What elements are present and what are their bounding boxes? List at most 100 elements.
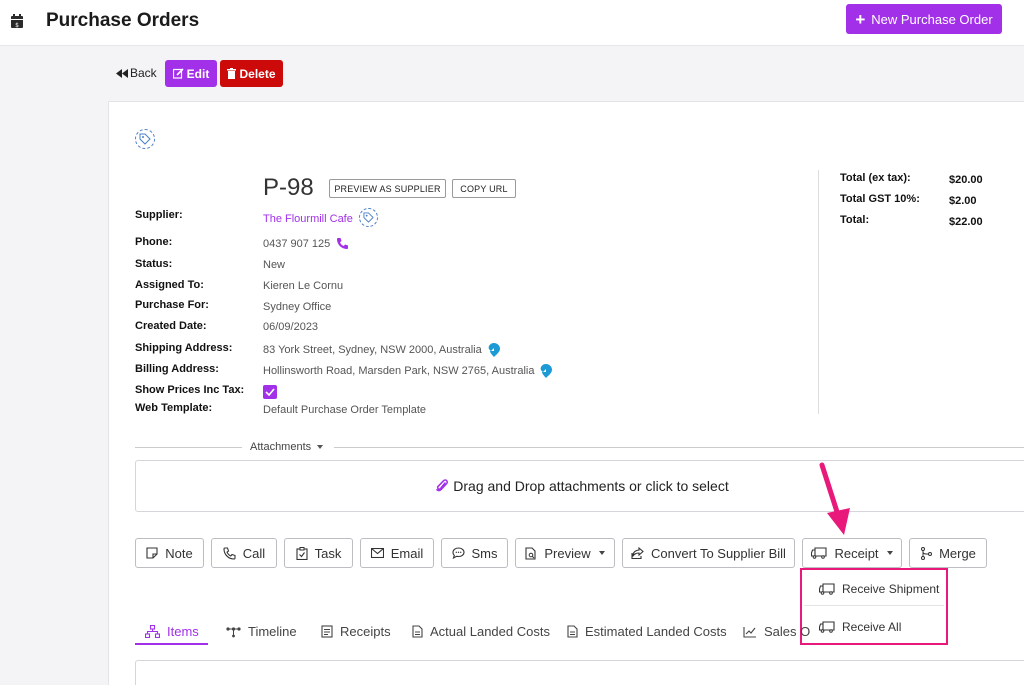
edit-icon bbox=[172, 68, 184, 79]
truck-icon bbox=[811, 547, 828, 559]
page-title: Purchase Orders bbox=[46, 10, 200, 31]
attachment-dropzone[interactable]: Drag and Drop attachments or click to se… bbox=[135, 460, 1024, 512]
task-button[interactable]: Task bbox=[284, 538, 353, 568]
billing-address-value: Hollinsworth Road, Marsden Park, NSW 276… bbox=[263, 364, 553, 378]
created-date-value: 06/09/2023 bbox=[263, 321, 319, 333]
tab-receipts[interactable]: Receipts bbox=[321, 624, 391, 639]
note-button[interactable]: Note bbox=[135, 538, 204, 568]
phone-number: 0437 907 125 bbox=[263, 237, 331, 250]
email-label: Email bbox=[390, 545, 424, 561]
active-tab-underline bbox=[135, 643, 208, 645]
checkmark-icon bbox=[265, 388, 275, 396]
new-purchase-order-label: New Purchase Order bbox=[871, 11, 993, 27]
task-label: Task bbox=[314, 545, 342, 561]
receive-all-label: Receive All bbox=[842, 620, 902, 634]
delete-button[interactable]: Delete bbox=[220, 60, 283, 87]
shipping-address-text: 83 York Street, Sydney, NSW 2000, Austra… bbox=[263, 344, 482, 356]
tab-timeline-label: Timeline bbox=[248, 624, 297, 639]
document-search-icon bbox=[525, 546, 536, 560]
supplier-tag-icon[interactable] bbox=[358, 208, 378, 227]
map-pin-icon[interactable] bbox=[488, 343, 500, 357]
edit-button[interactable]: Edit bbox=[165, 60, 217, 87]
attachments-toggle[interactable]: Attachments bbox=[250, 441, 324, 453]
svg-text:$: $ bbox=[15, 22, 19, 29]
sms-button[interactable]: Sms bbox=[441, 538, 508, 568]
trash-icon bbox=[227, 68, 237, 79]
clipboard-check-icon bbox=[296, 546, 308, 560]
receipt-dropdown-menu: Receive Shipment Receive All bbox=[800, 568, 948, 645]
caret-down-icon bbox=[598, 551, 605, 555]
back-double-arrow-icon bbox=[116, 68, 128, 78]
tab-actual-landed-costs-label: Actual Landed Costs bbox=[430, 624, 550, 639]
tab-sales-orders[interactable]: Sales O bbox=[743, 624, 810, 639]
caret-down-icon bbox=[886, 551, 893, 555]
dropzone-text: Drag and Drop attachments or click to se… bbox=[453, 478, 729, 494]
shipping-address-value: 83 York Street, Sydney, NSW 2000, Austra… bbox=[263, 343, 500, 357]
receipt-label: Receipt bbox=[834, 545, 879, 561]
line-chart-icon bbox=[743, 626, 756, 638]
status-label: Status: bbox=[135, 258, 173, 270]
email-button[interactable]: Email bbox=[360, 538, 434, 568]
truck-icon bbox=[819, 621, 835, 633]
supplier-link[interactable]: The Flourmill Cafe bbox=[263, 213, 353, 225]
created-date-label: Created Date: bbox=[135, 320, 207, 332]
purchase-order-icon: $ bbox=[11, 14, 23, 29]
preview-button[interactable]: Preview bbox=[515, 538, 615, 568]
billing-address-text: Hollinsworth Road, Marsden Park, NSW 276… bbox=[263, 365, 535, 377]
truck-icon bbox=[819, 582, 835, 595]
total-gst-value: $2.00 bbox=[949, 195, 977, 207]
envelope-icon bbox=[370, 548, 384, 558]
convert-to-supplier-bill-button[interactable]: Convert To Supplier Bill bbox=[622, 538, 795, 568]
attachments-divider-right bbox=[334, 447, 1024, 448]
share-icon bbox=[631, 547, 644, 559]
phone-icon[interactable] bbox=[336, 237, 349, 250]
merge-icon bbox=[921, 546, 933, 560]
shipping-address-label: Shipping Address: bbox=[135, 342, 233, 354]
paperclip-icon bbox=[436, 479, 449, 492]
web-template-label: Web Template: bbox=[135, 402, 213, 414]
web-template-value: Default Purchase Order Template bbox=[263, 404, 427, 416]
tab-receipts-label: Receipts bbox=[340, 624, 391, 639]
totals-divider bbox=[818, 170, 819, 414]
phone-value: 0437 907 125 bbox=[263, 237, 349, 250]
merge-button[interactable]: Merge bbox=[909, 538, 987, 568]
supplier-value[interactable]: The Flourmill Cafe bbox=[263, 208, 378, 227]
caret-down-icon bbox=[317, 445, 324, 449]
receive-shipment-item[interactable]: Receive Shipment bbox=[804, 572, 944, 606]
delete-label: Delete bbox=[239, 66, 276, 81]
receipt-button[interactable]: Receipt bbox=[802, 538, 902, 568]
total-value: $22.00 bbox=[949, 216, 983, 228]
total-ex-tax-value: $20.00 bbox=[949, 174, 983, 186]
supplier-label: Supplier: bbox=[135, 209, 183, 221]
total-gst-label: Total GST 10%: bbox=[840, 193, 920, 205]
note-label: Note bbox=[165, 545, 193, 561]
phone-icon bbox=[223, 546, 236, 560]
show-prices-inc-tax-checkbox[interactable] bbox=[263, 385, 277, 399]
preview-as-supplier-button[interactable]: PREVIEW AS SUPPLIER bbox=[329, 179, 446, 198]
purchase-for-label: Purchase For: bbox=[135, 299, 209, 311]
tab-actual-landed-costs[interactable]: Actual Landed Costs bbox=[412, 624, 550, 639]
invoice-icon bbox=[567, 625, 578, 638]
new-purchase-order-button[interactable]: + New Purchase Order bbox=[846, 4, 1002, 34]
map-pin-icon[interactable] bbox=[540, 364, 553, 378]
tag-icon[interactable] bbox=[135, 129, 155, 149]
invoice-icon bbox=[412, 625, 423, 638]
back-button[interactable]: Back bbox=[116, 66, 157, 80]
list-document-icon bbox=[321, 625, 333, 638]
tag-glyph-icon bbox=[139, 133, 151, 145]
po-number: P-98 bbox=[263, 174, 314, 201]
copy-url-button[interactable]: COPY URL bbox=[452, 179, 516, 198]
tab-items[interactable]: Items bbox=[145, 624, 199, 639]
edit-label: Edit bbox=[186, 66, 210, 81]
assigned-to-label: Assigned To: bbox=[135, 279, 204, 291]
tab-estimated-landed-costs[interactable]: Estimated Landed Costs bbox=[567, 624, 727, 639]
receive-all-item[interactable]: Receive All bbox=[804, 610, 944, 644]
call-button[interactable]: Call bbox=[211, 538, 277, 568]
sms-label: Sms bbox=[471, 545, 498, 561]
show-prices-inc-tax-label: Show Prices Inc Tax: bbox=[135, 384, 245, 396]
sitemap-icon bbox=[145, 625, 160, 638]
receive-shipment-label: Receive Shipment bbox=[842, 581, 940, 596]
tab-timeline[interactable]: Timeline bbox=[226, 624, 297, 639]
tab-estimated-landed-costs-label: Estimated Landed Costs bbox=[585, 624, 727, 639]
call-label: Call bbox=[242, 545, 266, 561]
